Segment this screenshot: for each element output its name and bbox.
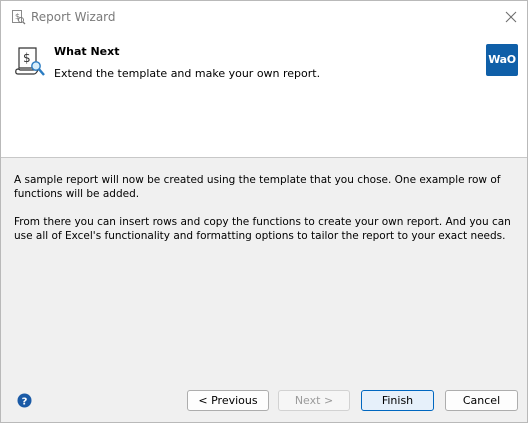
help-icon[interactable]: ? [17,393,32,408]
info-paragraph-2: From there you can insert rows and copy … [14,216,511,242]
svg-text:?: ? [22,396,28,407]
info-paragraph-1: A sample report will now be created usin… [14,174,501,200]
wao-logo: WaO [486,44,518,76]
cancel-button[interactable]: Cancel [445,390,518,411]
window-title: Report Wizard [31,10,116,24]
previous-button[interactable]: < Previous [187,390,269,411]
report-wizard-app-icon: $ [12,10,26,25]
next-button[interactable]: Next > [278,390,350,411]
title-bar: $ Report Wizard [1,1,527,34]
svg-text:$: $ [15,12,20,21]
finish-button[interactable]: Finish [361,390,434,411]
page-heading: What Next [54,45,120,58]
close-icon[interactable] [501,7,521,27]
svg-text:$: $ [23,51,31,65]
report-wizard-dialog: $ Report Wizard $ What Next Extend the t… [0,0,528,423]
page-subheading: Extend the template and make your own re… [54,67,321,80]
wizard-header: $ What Next Extend the template and make… [1,34,527,158]
report-magnifier-icon: $ [15,47,45,76]
